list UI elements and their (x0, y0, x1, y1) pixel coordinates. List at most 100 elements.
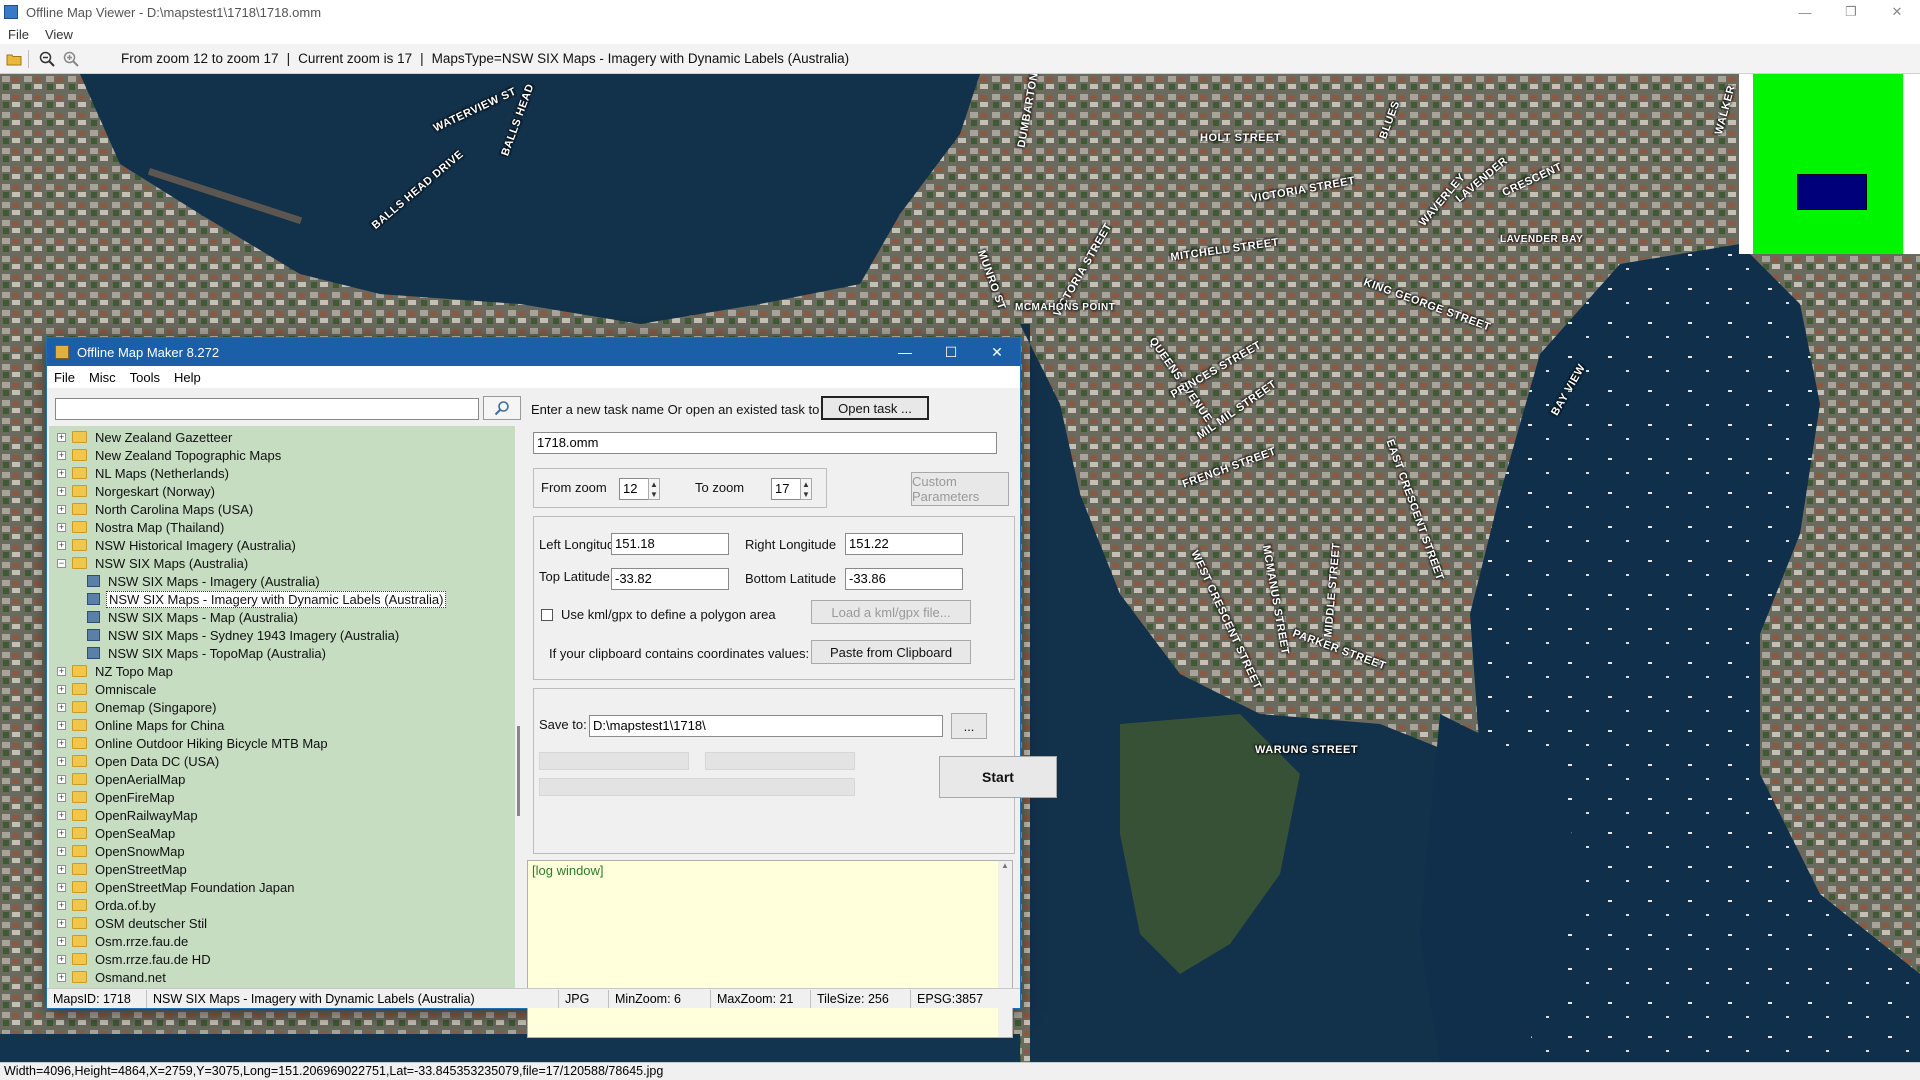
zoom-out-icon[interactable] (37, 49, 57, 69)
tree-scroll-thumb[interactable] (517, 726, 520, 816)
expand-icon[interactable]: + (57, 720, 66, 730)
expand-icon[interactable]: + (57, 486, 66, 496)
use-kml-checkbox[interactable] (541, 609, 553, 621)
tree-folder-item[interactable]: + OpenSnowMap (57, 842, 187, 860)
expand-icon[interactable]: + (57, 882, 66, 892)
menu-view[interactable]: View (37, 27, 81, 42)
expand-icon[interactable]: + (57, 900, 66, 910)
open-task-button[interactable]: Open task ... (821, 396, 929, 420)
tree-folder-item[interactable]: + Onemap (Singapore) (57, 698, 218, 716)
to-zoom-spinner[interactable]: ▲ ▼ (800, 478, 812, 500)
tree-folder-item[interactable]: + Norgeskart (Norway) (57, 482, 217, 500)
log-window[interactable]: [log window] ▲ (527, 860, 1013, 1038)
tree-folder-item[interactable]: + Osmand.net (57, 968, 168, 986)
task-name-input[interactable]: 1718.omm (533, 432, 997, 454)
collapse-icon[interactable]: − (57, 558, 66, 568)
tree-folder-item[interactable]: + Online Outdoor Hiking Bicycle MTB Map (57, 734, 330, 752)
start-button[interactable]: Start (939, 756, 1057, 798)
tree-map-item[interactable]: NSW SIX Maps - Imagery with Dynamic Labe… (87, 590, 447, 608)
dialog-maximize-button[interactable]: ☐ (928, 338, 974, 366)
close-button[interactable]: ✕ (1874, 0, 1920, 24)
tree-folder-item[interactable]: + New Zealand Topographic Maps (57, 446, 283, 464)
tree-folder-item[interactable]: + OpenRailwayMap (57, 806, 200, 824)
expand-icon[interactable]: + (57, 792, 66, 802)
expand-icon[interactable]: + (57, 666, 66, 676)
zoom-in-icon[interactable] (61, 49, 81, 69)
tree-folder-item[interactable]: + OpenFireMap (57, 788, 176, 806)
expand-icon[interactable]: + (57, 936, 66, 946)
tree-folder-item[interactable]: + OpenAerialMap (57, 770, 187, 788)
tree-map-item[interactable]: NSW SIX Maps - Sydney 1943 Imagery (Aust… (87, 626, 401, 644)
tree-folder-item[interactable]: + Osm.rrze.fau.de (57, 932, 190, 950)
tree-folder-item[interactable]: + NSW Historical Imagery (Australia) (57, 536, 298, 554)
expand-icon[interactable]: + (57, 828, 66, 838)
bottom-latitude-input[interactable]: -33.86 (845, 568, 963, 590)
spin-up-icon[interactable]: ▲ (650, 480, 658, 489)
spin-down-icon[interactable]: ▼ (650, 490, 658, 499)
menu-file[interactable]: File (0, 27, 37, 42)
expand-icon[interactable]: + (57, 432, 66, 442)
tree-folder-item[interactable]: + Orda.of.by (57, 896, 158, 914)
tree-folder-item[interactable]: + NZ Topo Map (57, 662, 175, 680)
from-zoom-input[interactable]: 12 (619, 478, 649, 500)
tree-folder-item[interactable]: + OpenSeaMap (57, 824, 177, 842)
expand-icon[interactable]: + (57, 756, 66, 766)
overview-minimap[interactable] (1739, 74, 1920, 254)
expand-icon[interactable]: + (57, 468, 66, 478)
expand-icon[interactable]: + (57, 954, 66, 964)
browse-button[interactable]: ... (951, 713, 987, 739)
map-search-input[interactable] (55, 398, 479, 420)
tree-folder-item[interactable]: − NSW SIX Maps (Australia) (57, 554, 250, 572)
expand-icon[interactable]: + (57, 864, 66, 874)
menu-file[interactable]: File (47, 370, 82, 385)
tree-map-item[interactable]: NSW SIX Maps - Map (Australia) (87, 608, 300, 626)
tree-folder-item[interactable]: + OpenStreetMap (57, 860, 189, 878)
right-longitude-input[interactable]: 151.22 (845, 533, 963, 555)
menu-tools[interactable]: Tools (123, 370, 167, 385)
expand-icon[interactable]: + (57, 918, 66, 928)
expand-icon[interactable]: + (57, 972, 66, 982)
menu-help[interactable]: Help (167, 370, 208, 385)
tree-folder-item[interactable]: + OSM deutscher Stil (57, 914, 209, 932)
load-kml-button[interactable]: Load a kml/gpx file... (811, 600, 971, 624)
expand-icon[interactable]: + (57, 702, 66, 712)
tree-folder-item[interactable]: + Nostra Map (Thailand) (57, 518, 226, 536)
maximize-button[interactable]: ❐ (1828, 0, 1874, 24)
expand-icon[interactable]: + (57, 774, 66, 784)
tree-folder-item[interactable]: + Open Data DC (USA) (57, 752, 221, 770)
dialog-close-button[interactable]: ✕ (974, 338, 1020, 366)
tree-folder-item[interactable]: + New Zealand Gazetteer (57, 428, 234, 446)
log-scrollbar[interactable]: ▲ (998, 861, 1012, 1037)
minimize-button[interactable]: — (1782, 0, 1828, 24)
save-path-input[interactable]: D:\mapstest1\1718\ (589, 715, 943, 737)
map-source-tree[interactable]: + New Zealand Gazetteer + New Zealand Topog… (49, 426, 515, 988)
tree-folder-item[interactable]: + OpenStreetMap Foundation Japan (57, 878, 296, 896)
search-button[interactable] (483, 396, 521, 420)
menu-misc[interactable]: Misc (82, 370, 123, 385)
open-folder-icon[interactable] (4, 49, 24, 69)
spin-down-icon[interactable]: ▼ (802, 490, 810, 499)
expand-icon[interactable]: + (57, 738, 66, 748)
expand-icon[interactable]: + (57, 540, 66, 550)
left-longitude-input[interactable]: 151.18 (611, 533, 729, 555)
top-latitude-input[interactable]: -33.82 (611, 568, 729, 590)
tree-scrollbar[interactable] (515, 426, 523, 988)
to-zoom-input[interactable]: 17 (771, 478, 801, 500)
expand-icon[interactable]: + (57, 522, 66, 532)
custom-parameters-button[interactable]: Custom Parameters (911, 472, 1009, 506)
tree-map-item[interactable]: NSW SIX Maps - TopoMap (Australia) (87, 644, 328, 662)
dialog-minimize-button[interactable]: — (882, 338, 928, 366)
spin-up-icon[interactable]: ▲ (802, 480, 810, 489)
tree-folder-item[interactable]: + NL Maps (Netherlands) (57, 464, 231, 482)
expand-icon[interactable]: + (57, 684, 66, 694)
tree-folder-item[interactable]: + Online Maps for China (57, 716, 226, 734)
expand-icon[interactable]: + (57, 450, 66, 460)
expand-icon[interactable]: + (57, 846, 66, 856)
expand-icon[interactable]: + (57, 810, 66, 820)
expand-icon[interactable]: + (57, 504, 66, 514)
paste-from-clipboard-button[interactable]: Paste from Clipboard (811, 640, 971, 664)
tree-folder-item[interactable]: + North Carolina Maps (USA) (57, 500, 255, 518)
tree-map-item[interactable]: NSW SIX Maps - Imagery (Australia) (87, 572, 322, 590)
tree-folder-item[interactable]: + Omniscale (57, 680, 158, 698)
from-zoom-spinner[interactable]: ▲ ▼ (648, 478, 660, 500)
